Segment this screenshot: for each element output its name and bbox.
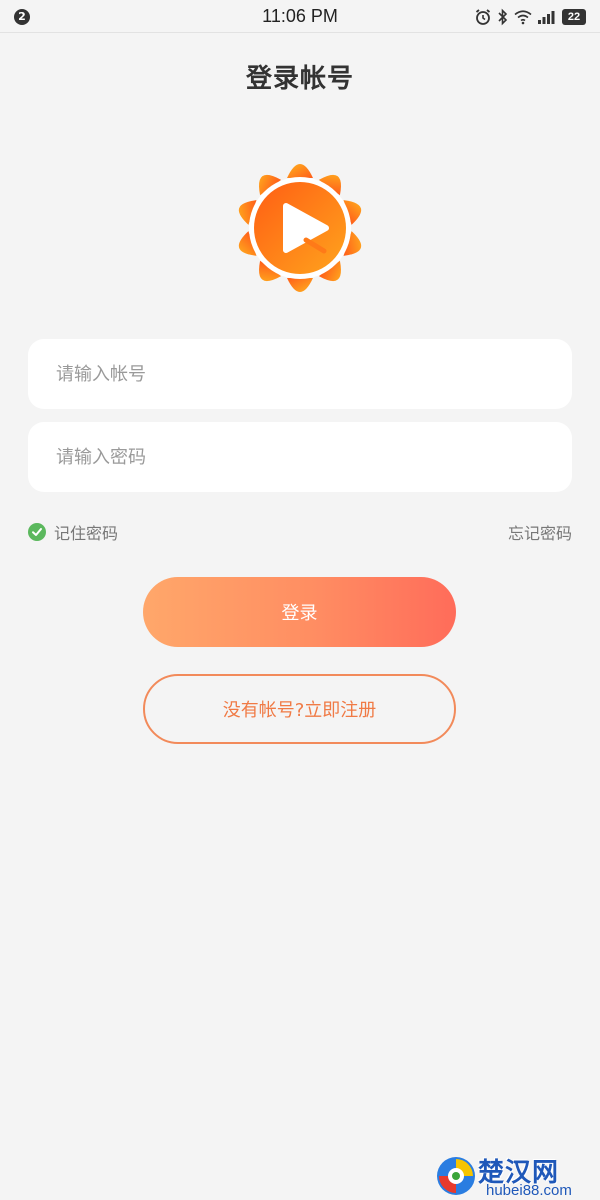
forgot-password-link[interactable]: 忘记密码 bbox=[508, 520, 572, 544]
status-icons: 22 bbox=[474, 6, 586, 28]
remember-password-checkbox[interactable]: 记住密码 bbox=[28, 520, 118, 544]
status-bar: 2 11:06 PM 22 bbox=[0, 0, 600, 33]
password-input[interactable] bbox=[28, 422, 572, 492]
alarm-icon bbox=[475, 9, 491, 25]
watermark-logo bbox=[437, 1157, 475, 1195]
register-button[interactable]: 没有帐号?立即注册 bbox=[143, 674, 456, 744]
sunflower-play-logo bbox=[238, 164, 362, 292]
remember-password-label: 记住密码 bbox=[54, 524, 119, 543]
watermark: 楚汉网 hubei88.com bbox=[434, 1152, 594, 1200]
signal-icon bbox=[538, 11, 555, 24]
password-field-container bbox=[28, 422, 572, 492]
account-input[interactable] bbox=[28, 339, 572, 409]
checkmark-icon bbox=[28, 523, 46, 541]
bluetooth-icon bbox=[498, 8, 508, 26]
wifi-icon bbox=[514, 10, 532, 25]
battery-icon: 22 bbox=[562, 9, 586, 25]
page-title: 登录帐号 bbox=[245, 64, 354, 94]
account-field-container bbox=[28, 339, 572, 409]
watermark-url: hubei88.com bbox=[486, 1182, 572, 1199]
login-button[interactable]: 登录 bbox=[143, 577, 456, 647]
